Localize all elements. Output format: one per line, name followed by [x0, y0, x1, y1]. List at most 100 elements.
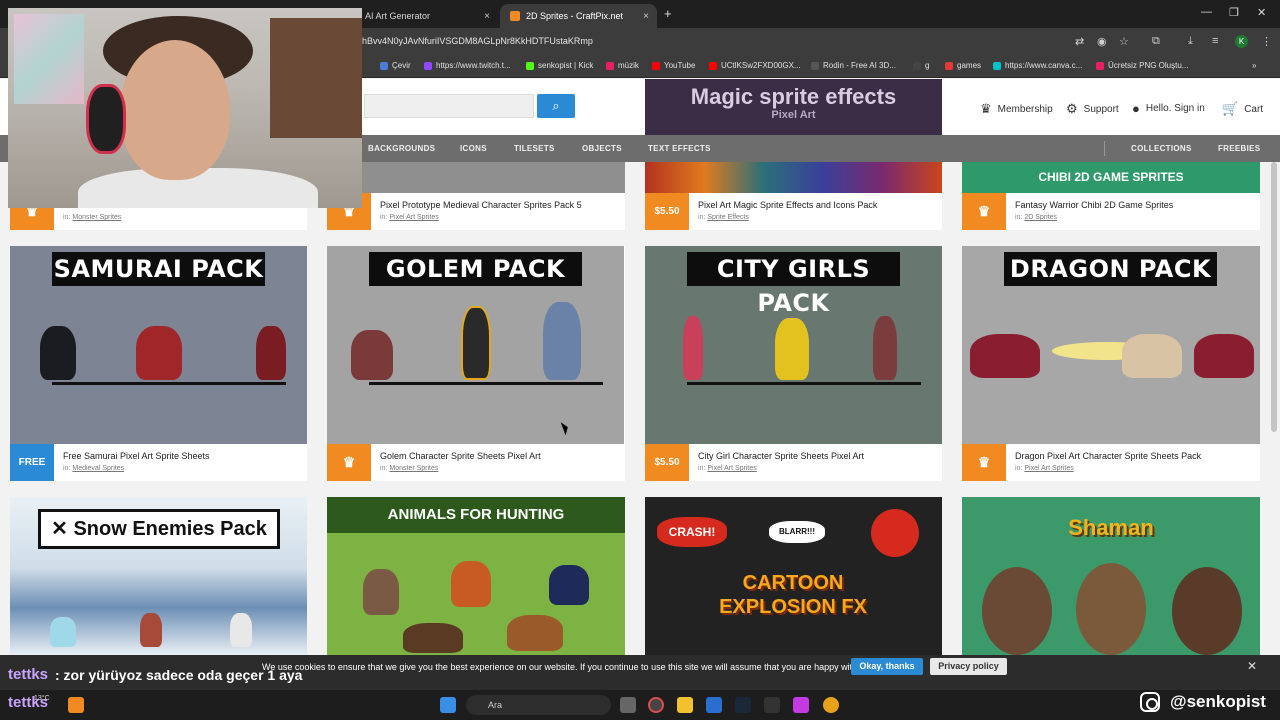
bookmark-item[interactable]: müzik: [606, 61, 639, 70]
url-text[interactable]: hBvv4N0yJAvNfuriIVSGDM8AGLpNr8KkHDTFUsta…: [362, 36, 593, 46]
category-link[interactable]: Pixel Art Sprites: [707, 465, 756, 472]
file-explorer-icon[interactable]: [677, 697, 693, 713]
windows-taskbar: tettks 13°C Ara: [0, 690, 1280, 720]
product-card[interactable]: Shaman: [962, 497, 1260, 655]
sign-in-link[interactable]: ● Hello. Sign in: [1132, 101, 1205, 116]
minimize-icon[interactable]: —: [1201, 6, 1212, 18]
eye-off-icon[interactable]: ◉: [1097, 35, 1107, 48]
product-card[interactable]: $5.50 Pixel Art Magic Sprite Effects and…: [645, 162, 942, 230]
membership-link[interactable]: ♛ Membership: [980, 101, 1053, 117]
search-input[interactable]: [364, 94, 534, 118]
media-icon[interactable]: ≡: [1212, 35, 1218, 47]
taskbar-search[interactable]: Ara: [466, 695, 611, 715]
bookmark-item[interactable]: Rodin - Free AI 3D...: [811, 61, 896, 70]
craftpix-favicon-icon: [510, 11, 520, 21]
nav-collections[interactable]: COLLECTIONS: [1131, 144, 1192, 153]
obs-icon[interactable]: [648, 697, 664, 713]
magic-effects-banner[interactable]: Magic sprite effects Pixel Art: [645, 79, 942, 135]
close-icon[interactable]: ✕: [1247, 659, 1257, 673]
nav-icons[interactable]: ICONS: [460, 144, 487, 153]
widget-icon[interactable]: [68, 697, 84, 713]
product-card[interactable]: ANIMALS FOR HUNTING: [327, 497, 625, 655]
star-icon[interactable]: ☆: [1119, 35, 1129, 48]
category-link[interactable]: Sprite Effects: [707, 214, 749, 221]
weather-widget[interactable]: 13°C: [34, 695, 50, 702]
bookmark-item[interactable]: UCtlKSw2FXD00GX...: [709, 61, 801, 70]
product-thumbnail[interactable]: CITY GIRLS PACK: [645, 246, 942, 444]
task-view-icon[interactable]: [620, 697, 636, 713]
category-link[interactable]: 2D Sprites: [1024, 214, 1057, 221]
download-icon[interactable]: ⤓: [1188, 35, 1193, 48]
translate-icon[interactable]: ⇄: [1075, 35, 1084, 48]
product-title[interactable]: Dragon Pixel Art Character Sprite Sheets…: [1015, 451, 1201, 461]
nav-freebies[interactable]: FREEBIES: [1218, 144, 1260, 153]
tab-2d-sprites[interactable]: 2D Sprites - CraftPix.net ×: [500, 4, 657, 28]
product-card[interactable]: CITY GIRLS PACK $5.50 City Girl Characte…: [645, 246, 942, 481]
close-window-icon[interactable]: ✕: [1257, 6, 1266, 19]
category-link[interactable]: Pixel Art Sprites: [1024, 465, 1073, 472]
tab-ai-art-generator[interactable]: AI Art Generator ×: [355, 4, 498, 28]
nav-tilesets[interactable]: TILESETS: [514, 144, 555, 153]
privacy-policy-button[interactable]: Privacy policy: [930, 658, 1007, 675]
cart-link[interactable]: 🛒 Cart: [1222, 101, 1263, 117]
product-card[interactable]: CHIBI 2D GAME SPRITES ♛ Fantasy Warrior …: [962, 162, 1260, 230]
bookmark-item[interactable]: senkopist | Kick: [526, 61, 593, 70]
cookie-accept-button[interactable]: Okay, thanks: [851, 658, 923, 675]
bookmark-item[interactable]: Ücretsiz PNG Oluştu...: [1096, 61, 1188, 70]
bookmarks-more-button[interactable]: »: [1252, 61, 1256, 70]
product-card[interactable]: SAMURAI PACK FREE Free Samurai Pixel Art…: [10, 246, 307, 481]
nav-text-effects[interactable]: TEXT EFFECTS: [648, 144, 711, 153]
product-card[interactable]: GOLEM PACK ♛ Golem Character Sprite Shee…: [327, 246, 625, 481]
product-card[interactable]: ✕ Snow Enemies Pack: [10, 497, 307, 655]
product-title[interactable]: Pixel Prototype Medieval Character Sprit…: [380, 200, 582, 210]
product-thumbnail[interactable]: [327, 162, 625, 193]
product-thumbnail[interactable]: CHIBI 2D GAME SPRITES: [962, 162, 1260, 193]
product-thumbnail[interactable]: [645, 162, 942, 193]
nav-objects[interactable]: OBJECTS: [582, 144, 622, 153]
product-card[interactable]: ♛ Pixel Prototype Medieval Character Spr…: [327, 162, 625, 230]
windows-start-icon[interactable]: [440, 697, 456, 713]
category-link[interactable]: Medieval Sprites: [72, 465, 124, 472]
bookmark-item[interactable]: https://www.twitch.t...: [424, 61, 511, 70]
product-thumbnail[interactable]: ANIMALS FOR HUNTING: [327, 497, 625, 655]
bookmark-item[interactable]: Çevir: [380, 61, 411, 70]
product-thumbnail[interactable]: SAMURAI PACK: [10, 246, 307, 444]
product-thumbnail[interactable]: ✕ Snow Enemies Pack: [10, 497, 307, 655]
chrome-icon[interactable]: [823, 697, 839, 713]
product-title[interactable]: Free Samurai Pixel Art Sprite Sheets: [63, 451, 210, 461]
tab-close-icon[interactable]: ×: [643, 11, 649, 22]
tab-close-icon[interactable]: ×: [484, 11, 490, 22]
new-tab-button[interactable]: +: [664, 6, 672, 21]
product-thumbnail[interactable]: GOLEM PACK: [327, 246, 624, 444]
product-title[interactable]: Golem Character Sprite Sheets Pixel Art: [380, 451, 541, 461]
store-icon[interactable]: [706, 697, 722, 713]
twitch-app-icon[interactable]: [793, 697, 809, 713]
restore-icon[interactable]: ❐: [1229, 6, 1239, 19]
support-link[interactable]: ⚙ Support: [1066, 101, 1119, 117]
product-thumbnail[interactable]: Shaman: [962, 497, 1260, 655]
category-link[interactable]: Pixel Art Sprites: [389, 214, 438, 221]
nav-backgrounds[interactable]: BACKGROUNDS: [368, 144, 435, 153]
instagram-handle: @senkopist: [1140, 692, 1266, 712]
bookmark-item[interactable]: games: [945, 61, 981, 70]
bookmark-item[interactable]: https://www.canva.c...: [993, 61, 1082, 70]
search-button[interactable]: ⌕: [537, 94, 575, 118]
profile-avatar[interactable]: K: [1235, 35, 1248, 48]
steam-icon[interactable]: [735, 697, 751, 713]
extensions-icon[interactable]: ⧉: [1152, 35, 1160, 48]
product-thumbnail[interactable]: CRASH! BLARR!!! CARTOON EXPLOSION FX: [645, 497, 942, 655]
product-card[interactable]: CRASH! BLARR!!! CARTOON EXPLOSION FX: [645, 497, 942, 655]
product-title[interactable]: Fantasy Warrior Chibi 2D Game Sprites: [1015, 200, 1173, 210]
product-card[interactable]: DRAGON PACK ♛ Dragon Pixel Art Character…: [962, 246, 1260, 481]
product-info: ♛ Pixel Prototype Medieval Character Spr…: [327, 193, 625, 230]
epic-games-icon[interactable]: [764, 697, 780, 713]
bookmark-item[interactable]: g: [913, 61, 929, 70]
menu-icon[interactable]: ⋮: [1261, 35, 1272, 48]
product-thumbnail[interactable]: DRAGON PACK: [962, 246, 1260, 444]
category-link[interactable]: Monster Sprites: [389, 465, 438, 472]
product-title[interactable]: Pixel Art Magic Sprite Effects and Icons…: [698, 200, 877, 210]
category-link[interactable]: Monster Sprites: [72, 214, 121, 221]
product-title[interactable]: City Girl Character Sprite Sheets Pixel …: [698, 451, 864, 461]
page-scrollbar[interactable]: [1271, 162, 1277, 432]
bookmark-item[interactable]: YouTube: [652, 61, 695, 70]
